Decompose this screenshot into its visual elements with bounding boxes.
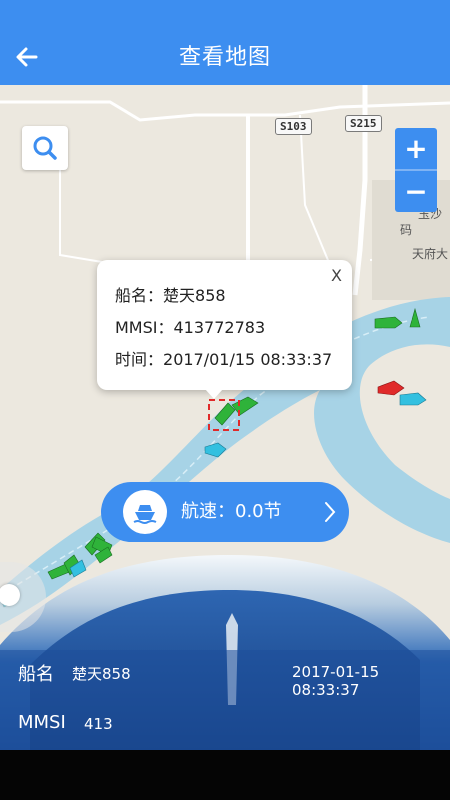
ship-icon-wrap: [123, 490, 167, 534]
system-nav-bar: [0, 750, 450, 800]
drag-handle-knob[interactable]: [0, 584, 20, 606]
popup-time-label: 时间：: [115, 350, 164, 369]
popup-ship-name-value: 楚天858: [163, 286, 226, 305]
speed-label: 航速：0.0节: [181, 501, 282, 522]
speed-button[interactable]: 航速：0.0节: [101, 482, 349, 542]
top-bar: 查看地图: [0, 0, 450, 85]
popup-time-row: 时间：2017/01/15 08:33:37: [115, 346, 332, 370]
panel-time-value: 2017-01-15 08:33:37: [292, 663, 380, 699]
popup-ship-name-label: 船名：: [115, 286, 164, 305]
page-title: 查看地图: [178, 45, 271, 70]
zoom-control: + −: [395, 128, 437, 212]
ship-info-popup: X 船名：楚天858 MMSI：413772783 时间：2017/01/15 …: [97, 260, 352, 399]
app-screen: 查看地图 S103 S215 天府大 玉沙 码 + − X 船名：楚天858 M…: [0, 0, 450, 800]
place-label-ma: 码: [400, 223, 413, 237]
place-label-tianfu: 天府大: [412, 247, 449, 261]
popup-mmsi-row: MMSI：413772783: [115, 314, 265, 338]
popup-close-button[interactable]: X: [331, 266, 342, 285]
zoom-in-button[interactable]: +: [395, 128, 437, 169]
road-sign-s103: S103: [275, 118, 312, 135]
road-sign-s215: S215: [345, 115, 382, 132]
map-search-button[interactable]: [22, 126, 68, 170]
panel-mmsi-row: MMSI 413: [0, 712, 450, 742]
zoom-out-button[interactable]: −: [395, 171, 437, 212]
panel-mmsi-key: MMSI: [18, 712, 66, 733]
popup-mmsi-label: MMSI：: [115, 318, 174, 337]
popup-ship-name-row: 船名：楚天858: [115, 282, 226, 306]
panel-name-value: 楚天858: [72, 665, 131, 683]
panel-name-row: 船名 楚天858 2017-01-15 08:33:37: [0, 660, 450, 699]
panel-name-key: 船名: [18, 664, 54, 685]
popup-mmsi-value: 413772783: [173, 318, 266, 337]
magnifier-icon: [33, 136, 57, 160]
popup-time-value: 2017/01/15 08:33:37: [163, 350, 333, 369]
chevron-right-icon: [325, 502, 336, 522]
panel-mmsi-value: 413: [84, 715, 113, 733]
ship-icon: [133, 505, 157, 524]
